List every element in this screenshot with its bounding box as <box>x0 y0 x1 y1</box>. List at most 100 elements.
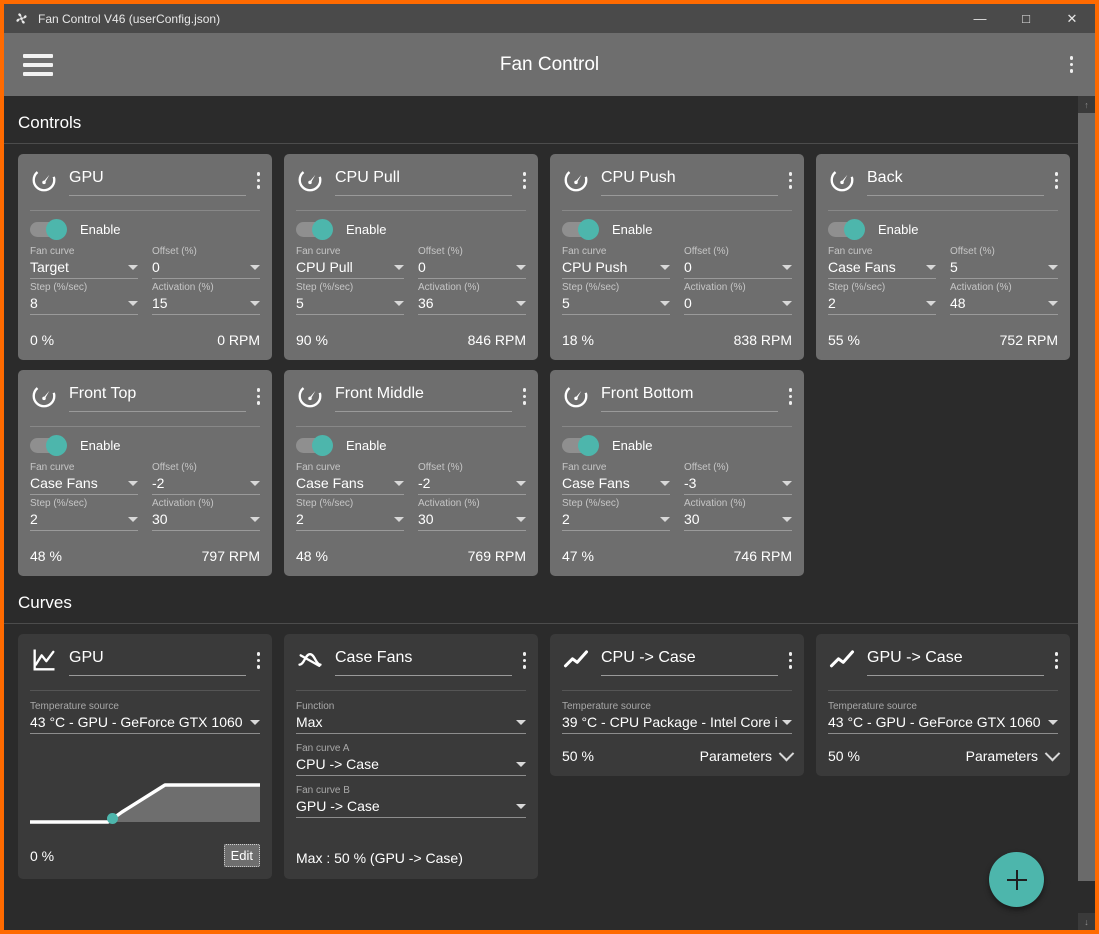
temperature-source-select[interactable]: 43 °C - GPU - GeForce GTX 1060 6GB <box>828 714 1058 734</box>
activation-select[interactable]: 36 <box>418 295 526 315</box>
fan-curve-chart[interactable] <box>30 750 260 830</box>
chevron-down-icon <box>250 300 260 306</box>
scroll-up-button[interactable]: ↑ <box>1078 96 1095 113</box>
scrollbar-thumb[interactable] <box>1078 113 1095 881</box>
step-select[interactable]: 2 <box>562 511 670 531</box>
control-card-front-bottom[interactable]: Front Bottom Enable Fan curve Case Fans … <box>550 370 804 576</box>
card-kebab-icon[interactable] <box>522 388 526 405</box>
card-kebab-icon[interactable] <box>256 172 260 189</box>
fan-curve-b-select[interactable]: GPU -> Case <box>296 798 526 818</box>
fan-curve-a-select[interactable]: CPU -> Case <box>296 756 526 776</box>
step-select[interactable]: 2 <box>30 511 138 531</box>
chevron-down-icon <box>782 516 792 522</box>
enable-toggle[interactable] <box>30 435 67 456</box>
enable-toggle[interactable] <box>828 219 865 240</box>
step-select[interactable]: 2 <box>828 295 936 315</box>
offset-select[interactable]: -2 <box>418 475 526 495</box>
kebab-menu-icon[interactable] <box>1069 56 1073 73</box>
edit-button[interactable]: Edit <box>223 844 260 867</box>
enable-toggle[interactable] <box>296 219 333 240</box>
control-card-cpu-push[interactable]: CPU Push Enable Fan curve CPU Push Offse… <box>550 154 804 360</box>
activation-select[interactable]: 30 <box>684 511 792 531</box>
offset-select[interactable]: 5 <box>950 259 1058 279</box>
enable-toggle[interactable] <box>562 435 599 456</box>
activation-select[interactable]: 0 <box>684 295 792 315</box>
card-name-field[interactable]: Front Middle <box>335 385 512 412</box>
card-kebab-icon[interactable] <box>256 388 260 405</box>
card-name-field[interactable]: Back <box>867 169 1044 196</box>
kebab-dot <box>788 394 792 398</box>
offset-select[interactable]: -2 <box>152 475 260 495</box>
offset-select[interactable]: -3 <box>684 475 792 495</box>
card-name-field[interactable]: CPU Pull <box>335 169 512 196</box>
activation-select[interactable]: 15 <box>152 295 260 315</box>
curve-card-gpu[interactable]: GPU Temperature source 43 °C - GPU - GeF… <box>18 634 272 879</box>
card-name-field[interactable]: GPU <box>69 649 246 676</box>
minimize-button[interactable]: — <box>957 4 1003 33</box>
card-name-field[interactable]: CPU Push <box>601 169 778 196</box>
fan-curve-value: Case Fans <box>828 259 896 275</box>
curve-card-case-fans[interactable]: Case Fans Function Max Fan curve A CPU -… <box>284 634 538 879</box>
offset-select[interactable]: 0 <box>418 259 526 279</box>
fan-curve-select[interactable]: Case Fans <box>30 475 138 495</box>
fan-curve-select[interactable]: Case Fans <box>296 475 404 495</box>
activation-select[interactable]: 30 <box>418 511 526 531</box>
step-select[interactable]: 5 <box>296 295 404 315</box>
enable-toggle[interactable] <box>562 219 599 240</box>
card-name-field[interactable]: Front Top <box>69 385 246 412</box>
card-kebab-icon[interactable] <box>788 388 792 405</box>
step-select[interactable]: 5 <box>562 295 670 315</box>
parameters-expander[interactable]: Parameters <box>966 745 1061 764</box>
control-card-back[interactable]: Back Enable Fan curve Case Fans Offset (… <box>816 154 1070 360</box>
card-name-field[interactable]: Front Bottom <box>601 385 778 412</box>
function-select[interactable]: Max <box>296 714 526 734</box>
step-select[interactable]: 2 <box>296 511 404 531</box>
vertical-scrollbar[interactable]: ↑ ↓ <box>1078 96 1095 930</box>
scrollbar-track[interactable] <box>1078 113 1095 913</box>
hamburger-icon[interactable] <box>23 53 53 76</box>
fan-curve-select[interactable]: Case Fans <box>562 475 670 495</box>
card-name-field[interactable]: Case Fans <box>335 649 512 676</box>
card-kebab-icon[interactable] <box>788 652 792 669</box>
kebab-dot <box>522 388 526 392</box>
card-name-field[interactable]: GPU <box>69 169 246 196</box>
fan-curve-select[interactable]: Target <box>30 259 138 279</box>
gauge-icon <box>32 384 56 408</box>
card-name-field[interactable]: CPU -> Case <box>601 649 778 676</box>
control-card-front-top[interactable]: Front Top Enable Fan curve Case Fans Off… <box>18 370 272 576</box>
fan-curve-select[interactable]: CPU Push <box>562 259 670 279</box>
step-value: 8 <box>30 295 38 311</box>
maximize-button[interactable]: □ <box>1003 4 1049 33</box>
offset-select[interactable]: 0 <box>152 259 260 279</box>
curve-card-cpu-to-case[interactable]: CPU -> Case Temperature source 39 °C - C… <box>550 634 804 776</box>
step-field: Step (%/sec) 2 <box>562 495 670 531</box>
close-button[interactable]: ✕ <box>1049 4 1095 33</box>
card-kebab-icon[interactable] <box>1054 172 1058 189</box>
card-kebab-icon[interactable] <box>522 172 526 189</box>
enable-toggle[interactable] <box>30 219 67 240</box>
enable-row: Enable <box>562 211 792 243</box>
temperature-source-select[interactable]: 43 °C - GPU - GeForce GTX 1060 6GB <box>30 714 260 734</box>
card-kebab-icon[interactable] <box>256 652 260 669</box>
fan-curve-select[interactable]: CPU Pull <box>296 259 404 279</box>
control-card-cpu-pull[interactable]: CPU Pull Enable Fan curve CPU Pull Offse… <box>284 154 538 360</box>
control-card-front-middle[interactable]: Front Middle Enable Fan curve Case Fans … <box>284 370 538 576</box>
activation-label: Activation (%) <box>684 282 746 293</box>
control-card-gpu[interactable]: GPU Enable Fan curve Target Offset (%) 0… <box>18 154 272 360</box>
activation-select[interactable]: 30 <box>152 511 260 531</box>
step-select[interactable]: 8 <box>30 295 138 315</box>
fan-curve-select[interactable]: Case Fans <box>828 259 936 279</box>
card-kebab-icon[interactable] <box>1054 652 1058 669</box>
card-name-field[interactable]: GPU -> Case <box>867 649 1044 676</box>
scroll-down-button[interactable]: ↓ <box>1078 913 1095 930</box>
card-kebab-icon[interactable] <box>788 172 792 189</box>
add-button[interactable] <box>989 852 1044 907</box>
card-kebab-icon[interactable] <box>522 652 526 669</box>
enable-toggle[interactable] <box>296 435 333 456</box>
temperature-source-select[interactable]: 39 °C - CPU Package - Intel Core i5-9 <box>562 714 792 734</box>
step-value: 2 <box>562 511 570 527</box>
offset-select[interactable]: 0 <box>684 259 792 279</box>
curve-card-gpu-to-case[interactable]: GPU -> Case Temperature source 43 °C - G… <box>816 634 1070 776</box>
activation-select[interactable]: 48 <box>950 295 1058 315</box>
parameters-expander[interactable]: Parameters <box>700 745 795 764</box>
